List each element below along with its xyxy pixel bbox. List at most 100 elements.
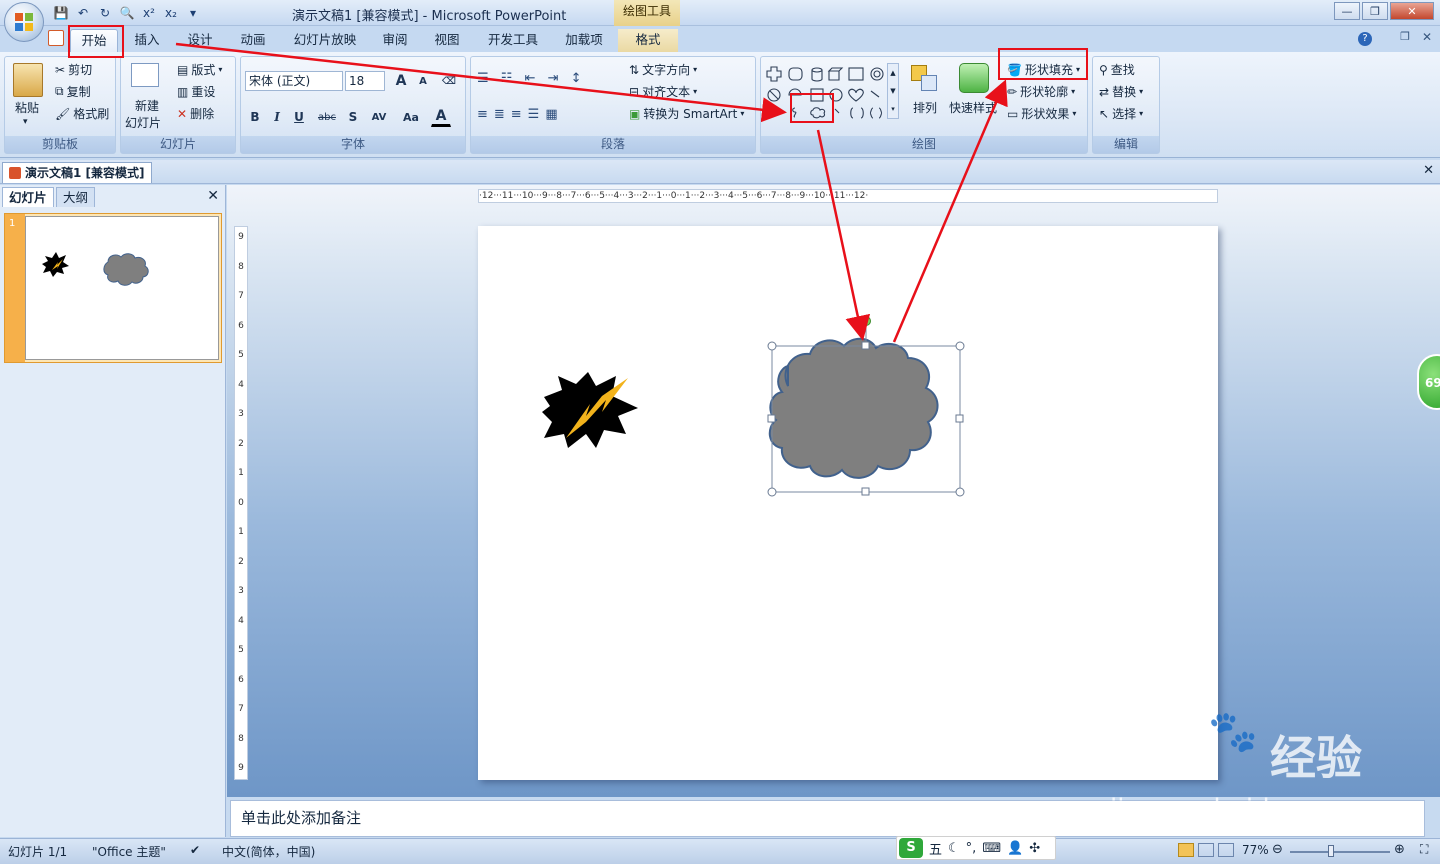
doc-close-icon[interactable]: ✕ [1422, 30, 1432, 44]
lightning-explosion-shape[interactable] [542, 372, 638, 448]
subscript-icon[interactable]: x₂ [162, 4, 180, 22]
select-button[interactable]: ↖ 选择 ▾ [1099, 105, 1143, 122]
document-tab[interactable]: 演示文稿1 [兼容模式] [2, 162, 152, 183]
punctuation-icon[interactable]: °, [966, 841, 977, 856]
apps-icon[interactable]: ✣ [1029, 841, 1040, 856]
quick-styles-button[interactable]: 快速样式 [949, 99, 997, 116]
tab-format[interactable]: 格式 [618, 29, 678, 52]
slideshow-view-icon[interactable] [1218, 843, 1234, 857]
grow-font-button[interactable]: A [391, 71, 411, 91]
text-direction-button[interactable]: ⇅ 文字方向 ▾ [629, 61, 697, 78]
keyboard-icon[interactable]: ⌨ [982, 841, 1001, 856]
close-icon[interactable]: ✕ [1390, 2, 1434, 20]
shape-effects-button[interactable]: ▭ 形状效果 ▾ [1007, 105, 1076, 122]
tab-animations[interactable]: 动画 [232, 29, 274, 52]
layout-button[interactable]: ▤ 版式 ▾ [177, 61, 222, 78]
resize-handle[interactable] [767, 487, 777, 497]
arrange-icon[interactable] [909, 63, 941, 93]
normal-view-icon[interactable] [1178, 843, 1194, 857]
paste-icon[interactable] [13, 63, 43, 97]
resize-handle[interactable] [861, 341, 870, 350]
floating-badge[interactable]: 69 [1417, 354, 1440, 410]
close-document-icon[interactable]: ✕ [1423, 163, 1434, 178]
shrink-font-button[interactable]: A [413, 71, 433, 91]
doc-restore-icon[interactable]: ❐ [1400, 30, 1410, 43]
new-slide-label-1[interactable]: 新建 [135, 97, 159, 114]
qat-customize-icon[interactable]: ▾ [184, 4, 202, 22]
resize-handle[interactable] [767, 341, 777, 351]
print-preview-icon[interactable]: 🔍 [118, 4, 136, 22]
tab-outline-panel[interactable]: 大纲 [56, 187, 96, 207]
add-in-icon[interactable] [48, 30, 64, 46]
strikethrough-button[interactable]: abc [313, 107, 341, 127]
shape-outline-button[interactable]: ✏ 形状轮廓 ▾ [1007, 83, 1075, 100]
quick-styles-icon[interactable] [959, 63, 989, 93]
zoom-slider-thumb[interactable] [1328, 845, 1334, 857]
find-button[interactable]: ⚲ 查找 [1099, 61, 1135, 78]
shadow-button[interactable]: S [343, 107, 363, 127]
resize-handle[interactable] [955, 487, 965, 497]
close-panel-icon[interactable]: ✕ [207, 188, 219, 204]
slide-canvas[interactable] [478, 226, 1218, 780]
delete-button[interactable]: ✕ 删除 [177, 105, 214, 122]
reset-button[interactable]: ▥ 重设 [177, 83, 215, 100]
resize-handle[interactable] [955, 341, 965, 351]
font-color-button[interactable]: A [431, 107, 451, 127]
superscript-icon[interactable]: x² [140, 4, 158, 22]
save-icon[interactable]: 💾 [52, 4, 70, 22]
font-name-combo[interactable]: 宋体 (正文) [245, 71, 343, 91]
minimize-icon[interactable]: — [1334, 2, 1360, 20]
resize-handle[interactable] [767, 414, 776, 423]
restore-icon[interactable]: ❐ [1362, 2, 1388, 20]
tab-view[interactable]: 视图 [426, 29, 468, 52]
tab-review[interactable]: 审阅 [374, 29, 416, 52]
new-slide-label-2[interactable]: 幻灯片 [125, 114, 161, 131]
bold-button[interactable]: B [245, 107, 265, 127]
shapes-gallery-scroll[interactable]: ▲ ▼ ▾ [887, 63, 899, 119]
status-language[interactable]: 中文(简体，中国) [222, 843, 315, 860]
resize-handle[interactable] [955, 414, 964, 423]
tab-slides-panel[interactable]: 幻灯片 [2, 187, 54, 207]
moon-icon[interactable]: ☾ [948, 841, 960, 856]
redo-icon[interactable]: ↻ [96, 4, 114, 22]
replace-button[interactable]: ⇄ 替换 ▾ [1099, 83, 1143, 100]
underline-button[interactable]: U [289, 107, 309, 127]
paste-button[interactable]: 粘贴 [15, 99, 39, 116]
tab-slideshow[interactable]: 幻灯片放映 [284, 29, 366, 52]
slide-thumbnail-item[interactable]: 1 [4, 213, 222, 363]
tab-addins[interactable]: 加载项 [556, 29, 612, 52]
arrange-button[interactable]: 排列 [913, 99, 937, 116]
undo-icon[interactable]: ↶ [74, 4, 92, 22]
help-icon[interactable]: ? [1358, 32, 1372, 46]
copy-button[interactable]: ⧉ 复制 [55, 83, 91, 100]
spellcheck-icon[interactable]: ✔ [190, 843, 200, 857]
paste-dropdown-icon[interactable]: ▾ [23, 117, 28, 127]
tab-developer[interactable]: 开发工具 [478, 29, 548, 52]
sogou-logo-icon[interactable]: S [899, 838, 923, 858]
format-painter-button[interactable]: 🖌 格式刷 [55, 105, 109, 122]
rotation-handle[interactable] [861, 316, 871, 326]
italic-button[interactable]: I [267, 107, 287, 127]
user-icon[interactable]: 👤 [1007, 841, 1023, 856]
sorter-view-icon[interactable] [1198, 843, 1214, 857]
cloud-shape[interactable] [768, 337, 939, 479]
ime-mode[interactable]: 五 [929, 839, 942, 858]
list-buttons[interactable]: ☰ ☷ ⇤ ⇥ ↕ [477, 71, 586, 86]
tab-design[interactable]: 设计 [178, 29, 222, 52]
smartart-button[interactable]: ▣ 转换为 SmartArt ▾ [629, 105, 744, 122]
alignment-buttons[interactable]: ≡≣≡☰▦ [477, 107, 564, 122]
zoom-in-icon[interactable]: ⊕ [1394, 842, 1405, 857]
tab-insert[interactable]: 插入 [126, 29, 168, 52]
align-text-button[interactable]: ⊟ 对齐文本 ▾ [629, 83, 697, 100]
office-button[interactable] [4, 2, 44, 42]
character-spacing-button[interactable]: AV [365, 107, 393, 127]
fit-window-icon[interactable]: ⛶ [1420, 842, 1428, 857]
zoom-slider[interactable] [1290, 851, 1390, 853]
resize-handle[interactable] [861, 487, 870, 496]
zoom-level[interactable]: 77% [1242, 843, 1269, 857]
cut-button[interactable]: ✂ 剪切 [55, 61, 92, 78]
zoom-out-icon[interactable]: ⊖ [1272, 842, 1283, 857]
new-slide-icon[interactable] [131, 63, 159, 87]
clear-format-icon[interactable]: ⌫ [439, 71, 459, 91]
font-size-combo[interactable]: 18 [345, 71, 385, 91]
